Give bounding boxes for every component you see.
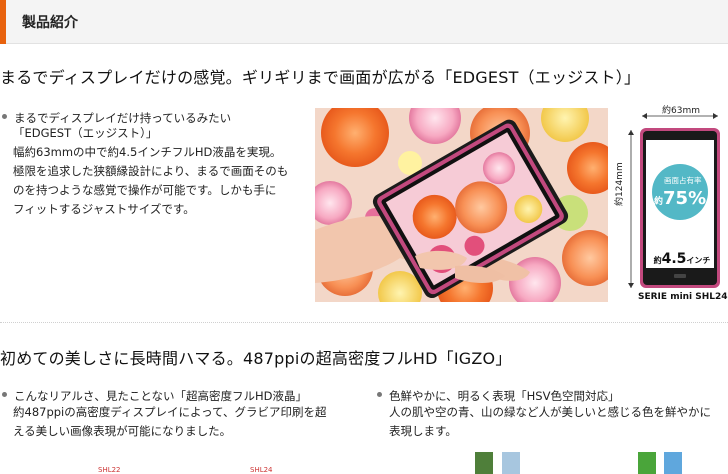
size-unit: インチ xyxy=(686,256,711,265)
ratio-value: 75% xyxy=(663,188,707,209)
hero-image-hand-phone xyxy=(315,108,608,302)
size-prefix: 約 xyxy=(653,256,662,265)
cutoff-model-label: SHL24 xyxy=(250,466,273,474)
accent-bar xyxy=(0,0,6,44)
color-swatch xyxy=(475,452,493,474)
cutoff-model-label: SHL22 xyxy=(98,466,121,474)
feature2-left-line: える美しい画像表現が可能になりました。 xyxy=(13,424,232,438)
feature2-left-body: 約487ppiの高密度ディスプレイによって、グラビア印刷を超 える美しい画像表現… xyxy=(13,403,368,441)
color-swatch xyxy=(638,452,656,474)
feature1-body: 「EDGEST（エッジスト）」 幅約63mmの中で約4.5インチフルHD液晶を実… xyxy=(13,124,308,219)
color-swatch xyxy=(664,452,682,474)
feature2-right-line: 表現します。 xyxy=(389,424,457,438)
model-name: SERIE mini SHL24 xyxy=(638,292,728,302)
section-header: 製品紹介 xyxy=(0,0,728,44)
size-value: 4.5 xyxy=(661,251,687,267)
feature2-headline: 初めての美しさに長時間ハマる。487ppiの超高密度フルHD「IGZO」 xyxy=(0,349,512,368)
feature2-left-bullet-title: こんなリアルさ、見たことない「超高密度フルHD液晶」 xyxy=(2,388,307,404)
section-title: 製品紹介 xyxy=(22,15,78,31)
feature1-subtitle: 「EDGEST（エッジスト）」 xyxy=(13,126,158,140)
ratio-label: 画面占有率 xyxy=(664,176,702,185)
feature2-left-line: 約487ppiの高密度ディスプレイによって、グラビア印刷を超 xyxy=(13,405,327,419)
feature2-right-body: 人の肌や空の青、山の緑など人が美しいと感じる色を鮮やかに 表現します。 xyxy=(389,403,728,441)
screen-size-group: 約4.5インチ xyxy=(652,248,712,267)
phone-spec-diagram: 約63mm 約124mm 画面占有率 約75% 約4.5インチ SERIE mi… xyxy=(614,102,728,312)
feature1-line: 幅約63mmの中で約4.5インチフルHD液晶を実現。 xyxy=(13,145,282,159)
flower-background-illustration xyxy=(315,108,608,302)
ratio-value-group: 約75% xyxy=(654,188,706,209)
feature1-line: フィットするジャストサイズです。 xyxy=(13,202,195,216)
feature1-line: のを持つような感覚で操作が可能です。しかも手に xyxy=(13,183,277,197)
ratio-prefix: 約 xyxy=(654,197,664,207)
bullet-dot-icon xyxy=(2,392,7,397)
height-label: 約124mm xyxy=(615,162,625,206)
bullet-dot-icon xyxy=(377,392,382,397)
feature2-right-bullet-title: 色鮮やかに、明るく表現「HSV色空間対応」 xyxy=(377,388,619,404)
width-label: 約63mm xyxy=(662,106,700,116)
bullet-dot-icon xyxy=(2,114,7,119)
feature2-right-line: 人の肌や空の青、山の緑など人が美しいと感じる色を鮮やかに xyxy=(389,405,711,419)
feature1-headline: まるでディスプレイだけの感覚。ギリギリまで画面が広がる「EDGEST（エッジスト… xyxy=(0,68,641,87)
color-swatch xyxy=(502,452,520,474)
feature1-line: 極限を追求した狭額縁設計により、まるで画面そのも xyxy=(13,164,289,178)
section-divider xyxy=(0,322,728,323)
